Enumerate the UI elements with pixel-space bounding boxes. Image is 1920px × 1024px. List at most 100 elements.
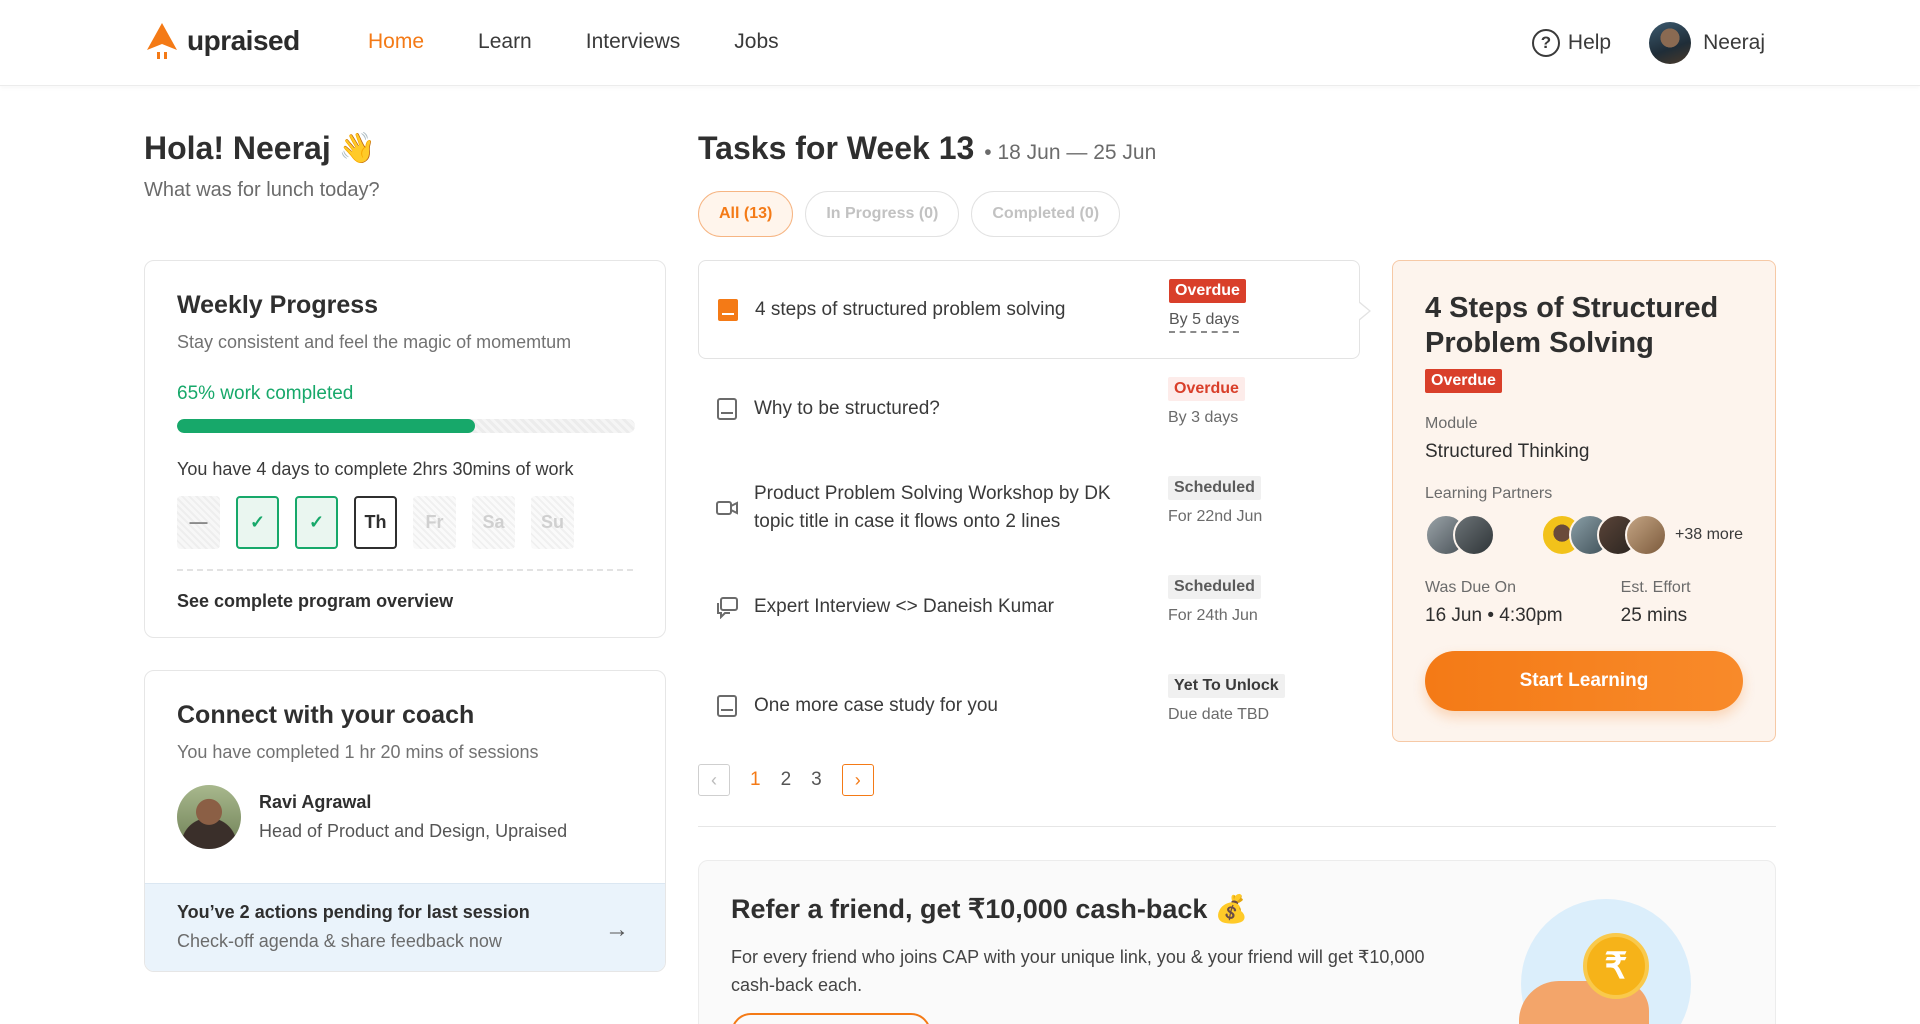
pending-actions-banner[interactable]: You’ve 2 actions pending for last sessio…: [145, 883, 665, 971]
user-name: Neeraj: [1703, 31, 1765, 54]
partners-label: Learning Partners: [1425, 485, 1553, 502]
money-bag-icon: 💰: [1214, 894, 1249, 924]
progress-label: 65% work completed: [177, 383, 354, 404]
due-label: Was Due On: [1425, 579, 1516, 596]
partners-more: +38 more: [1675, 526, 1744, 543]
top-navigation: upraised Home Learn Interviews Jobs ? He…: [0, 0, 1920, 86]
main-nav: Home Learn Interviews Jobs: [368, 30, 779, 54]
book-icon: [717, 397, 737, 420]
filter-in-progress[interactable]: In Progress (0): [805, 191, 960, 237]
task-meta: Yet To Unlock Due date TBD: [1168, 674, 1285, 724]
start-learning-button[interactable]: Start Learning: [1425, 651, 1743, 711]
coach-avatar: [177, 785, 241, 849]
task-meta: Scheduled For 24th Jun: [1168, 575, 1261, 625]
book-filled-icon: [718, 298, 738, 321]
partner-avatar: [1625, 514, 1667, 556]
refer-title-text: Refer a friend, get ₹10,000 cash-back: [731, 894, 1208, 924]
wave-emoji-icon: 👋: [338, 132, 377, 165]
status-badge: Scheduled: [1168, 476, 1261, 500]
detail-meta-row: Was Due On 16 Jun • 4:30pm Est. Effort 2…: [1425, 557, 1743, 627]
task-title: Expert Interview <> Daneish Kumar: [754, 595, 1054, 617]
day-sun: Su: [531, 496, 574, 549]
divider: [177, 569, 633, 571]
task-due: For 22nd Jun: [1168, 508, 1263, 525]
task-title: 4 steps of structured problem solving: [755, 298, 1066, 320]
help-link[interactable]: ? Help: [1531, 29, 1612, 57]
days-left-text: You have 4 days to complete 2hrs 30mins …: [177, 459, 574, 479]
refer-button[interactable]: [731, 1013, 931, 1024]
selection-pointer: [1358, 301, 1371, 321]
help-icon: ?: [1531, 29, 1560, 57]
brand-name: upraised: [187, 25, 300, 56]
detail-title: 4 Steps of Structured Problem Solving: [1425, 292, 1719, 359]
refer-body: For every friend who joins CAP with your…: [731, 947, 1425, 995]
filter-all[interactable]: All (13): [698, 191, 794, 237]
brand-logo[interactable]: upraised: [145, 22, 300, 60]
page-1[interactable]: 1: [750, 769, 761, 791]
day-wed-check-icon: ✓: [295, 496, 338, 549]
task-row[interactable]: 4 steps of structured problem solving Ov…: [698, 260, 1371, 359]
task-title: Product Problem Solving Workshop by DK t…: [754, 482, 1111, 532]
program-overview-link[interactable]: See complete program overview: [177, 591, 633, 612]
video-icon: [716, 500, 738, 515]
task-row[interactable]: One more case study for you Yet To Unloc…: [698, 656, 1360, 755]
partner-avatar: [1453, 514, 1495, 556]
section-divider: [698, 826, 1776, 827]
learning-partners[interactable]: +38 more: [1425, 513, 1743, 557]
task-due: Due date TBD: [1168, 706, 1270, 723]
week-days: — ✓ ✓ Th Fr Sa Su: [177, 496, 633, 549]
status-badge: Scheduled: [1168, 575, 1261, 599]
effort-label: Est. Effort: [1620, 579, 1691, 596]
status-badge: Overdue: [1168, 377, 1245, 401]
filter-completed[interactable]: Completed (0): [971, 191, 1121, 237]
progress-bar-fill: [177, 419, 475, 433]
nav-learn[interactable]: Learn: [478, 30, 532, 54]
upraised-logo-icon: [147, 23, 177, 59]
tasks-title: Tasks for Week 13: [698, 130, 975, 166]
nav-jobs[interactable]: Jobs: [734, 30, 778, 54]
detail-status-badge: Overdue: [1425, 369, 1502, 393]
task-row[interactable]: Why to be structured? Overdue By 3 days: [698, 359, 1360, 458]
greeting-text: Hola! Neeraj: [144, 130, 331, 166]
coach-subtitle: You have completed 1 hr 20 mins of sessi…: [177, 742, 539, 762]
coach-title: Connect with your coach: [177, 701, 475, 729]
task-row[interactable]: Expert Interview <> Daneish Kumar Schedu…: [698, 557, 1360, 656]
pagination: ‹ 1 2 3 ›: [698, 764, 874, 796]
task-row[interactable]: Product Problem Solving Workshop by DK t…: [698, 458, 1360, 557]
weekly-progress-card: Weekly Progress Stay consistent and feel…: [144, 260, 666, 638]
nav-home[interactable]: Home: [368, 30, 424, 54]
task-due: By 3 days: [1168, 409, 1239, 426]
status-badge: Yet To Unlock: [1168, 674, 1285, 698]
coach-profile[interactable]: Ravi Agrawal Head of Product and Design,…: [177, 785, 633, 849]
greeting: Hola! Neeraj 👋 What was for lunch today?: [144, 130, 380, 202]
chat-icon: [717, 596, 738, 619]
task-due: By 5 days: [1169, 311, 1240, 333]
due-value: 16 Jun • 4:30pm: [1425, 605, 1563, 626]
task-meta: Overdue By 3 days: [1168, 377, 1245, 427]
tasks-header: Tasks for Week 13 • 18 Jun — 25 Jun: [698, 130, 1156, 167]
nav-right: ? Help Neeraj: [1531, 22, 1765, 64]
nav-interviews[interactable]: Interviews: [586, 30, 681, 54]
task-filters: All (13) In Progress (0) Completed (0): [698, 191, 1121, 237]
coach-card: Connect with your coach You have complet…: [144, 670, 666, 972]
task-meta: Overdue By 5 days: [1169, 279, 1246, 333]
weekly-progress-subtitle: Stay consistent and feel the magic of mo…: [177, 332, 572, 352]
tasks-date-range: • 18 Jun — 25 Jun: [984, 141, 1157, 164]
day-mon: —: [177, 496, 220, 549]
page-3[interactable]: 3: [811, 769, 822, 791]
coach-name: Ravi Agrawal: [259, 792, 372, 812]
task-detail-card: 4 Steps of Structured Problem Solving Ov…: [1392, 260, 1776, 742]
status-badge: Overdue: [1169, 279, 1246, 303]
day-thu: Th: [354, 496, 397, 549]
page-2[interactable]: 2: [781, 769, 792, 791]
chevron-left-icon[interactable]: ‹: [698, 764, 730, 796]
rupee-coin-icon: ₹: [1583, 933, 1649, 999]
weekly-progress-title: Weekly Progress: [177, 291, 379, 319]
greeting-title: Hola! Neeraj 👋: [144, 130, 380, 167]
day-fri: Fr: [413, 496, 456, 549]
user-menu[interactable]: Neeraj: [1649, 22, 1765, 64]
task-title: One more case study for you: [754, 694, 998, 716]
task-meta: Scheduled For 22nd Jun: [1168, 476, 1262, 526]
chevron-right-icon[interactable]: ›: [841, 764, 874, 796]
help-label: Help: [1567, 31, 1612, 54]
